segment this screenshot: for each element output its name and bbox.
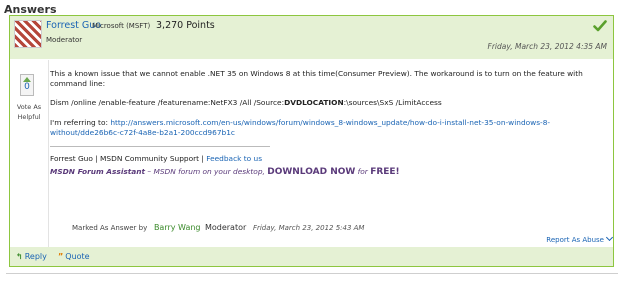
assistant-promo: MSDN Forum Assistant – MSDN forum on you… bbox=[50, 167, 400, 177]
download-link[interactable]: DOWNLOAD NOW bbox=[267, 167, 355, 177]
referring-link[interactable]: http://answers.microsoft.com/en-us/windo… bbox=[50, 118, 550, 137]
body-paragraph: This a known issue that we cannot enable… bbox=[50, 69, 583, 88]
command-bold: DVDLOCATION bbox=[284, 98, 344, 107]
vote-button[interactable]: 0 bbox=[20, 74, 34, 96]
author-role: Moderator bbox=[46, 36, 83, 44]
feedback-link[interactable]: Feedback to us bbox=[206, 154, 262, 163]
referring-paragraph: I'm referring to: http://answers.microso… bbox=[50, 118, 551, 137]
marked-by-role: Moderator bbox=[204, 223, 247, 232]
chevron-down-icon bbox=[605, 233, 614, 242]
free-text: FREE! bbox=[370, 167, 400, 177]
answer-card: Forrest Guo Microsoft (MSFT) 3,270 Point… bbox=[9, 15, 614, 267]
marked-answer-info: Marked As Answer by Barry Wang Moderator… bbox=[72, 223, 365, 232]
quote-icon: ” bbox=[58, 252, 64, 261]
avatar[interactable] bbox=[14, 20, 42, 48]
assistant-name-link[interactable]: MSDN Forum Assistant bbox=[50, 167, 145, 176]
marked-by-user[interactable]: Barry Wang bbox=[154, 223, 201, 232]
vote-count: 0 bbox=[24, 82, 30, 92]
command-line: Dism /online /enable-feature /featurenam… bbox=[50, 98, 442, 107]
author-org: Microsoft (MSFT) bbox=[92, 22, 151, 30]
answer-footer: ↰ Reply ” Quote bbox=[10, 247, 613, 266]
signature-divider bbox=[50, 146, 270, 147]
signature-line: Forrest Guo | MSDN Community Support | F… bbox=[50, 154, 263, 163]
report-abuse-link[interactable]: Report As Abuse bbox=[546, 233, 614, 244]
vote-helpful-label[interactable]: Vote As Helpful bbox=[14, 102, 44, 122]
column-divider bbox=[48, 60, 49, 250]
post-date: Friday, March 23, 2012 4:35 AM bbox=[487, 42, 607, 51]
quote-button[interactable]: ” Quote bbox=[58, 252, 90, 261]
reply-arrow-icon: ↰ bbox=[16, 252, 23, 261]
reply-button[interactable]: ↰ Reply bbox=[16, 252, 47, 261]
marked-date: Friday, March 23, 2012 5:43 AM bbox=[252, 224, 365, 232]
answer-header: Forrest Guo Microsoft (MSFT) 3,270 Point… bbox=[10, 16, 613, 59]
answer-check-icon bbox=[593, 20, 607, 32]
author-points: 3,270 Points bbox=[156, 20, 215, 31]
bottom-divider bbox=[6, 273, 618, 274]
